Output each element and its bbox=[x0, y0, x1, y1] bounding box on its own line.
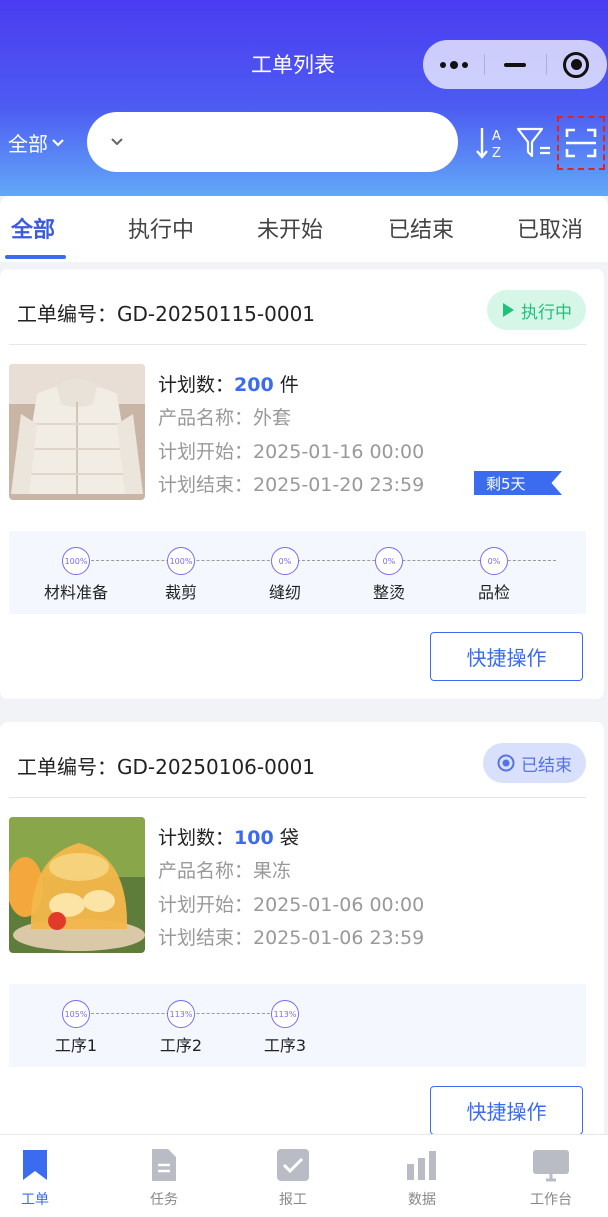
status-label: 已结束 bbox=[521, 755, 572, 776]
search-box[interactable] bbox=[87, 112, 458, 172]
quick-action-button[interactable]: 快捷操作 bbox=[430, 1086, 583, 1135]
status-label: 执行中 bbox=[521, 302, 572, 323]
step-label: 工序1 bbox=[54, 1036, 98, 1055]
order-card[interactable]: 工单编号：GD-20250106-0001 已结束 计划数：100 袋 产品名称… bbox=[0, 722, 604, 1162]
minimize-button[interactable] bbox=[484, 40, 545, 89]
target-icon bbox=[563, 51, 590, 78]
nav-label: 报工 bbox=[279, 1192, 307, 1208]
svg-text:Z: Z bbox=[492, 146, 501, 161]
step-progress: 100% bbox=[62, 547, 90, 575]
step-progress: 113% bbox=[271, 1000, 299, 1028]
tab-not-started[interactable]: 未开始 bbox=[257, 212, 323, 244]
plan-end: 计划结束：2025-01-20 23:59 bbox=[158, 474, 425, 496]
step-label: 工序2 bbox=[159, 1036, 203, 1055]
tab-all[interactable]: 全部 bbox=[11, 212, 55, 244]
order-card[interactable]: 工单编号：GD-20250115-0001 执行中 计划数：200 件 产品名称… bbox=[0, 269, 604, 699]
bookmark-icon bbox=[23, 1150, 47, 1180]
chevron-down-icon[interactable] bbox=[109, 132, 125, 152]
step-label: 整烫 bbox=[372, 583, 406, 602]
step-progress: 105% bbox=[62, 1000, 90, 1028]
step-label: 工序3 bbox=[263, 1036, 307, 1055]
plan-start: 计划开始：2025-01-06 00:00 bbox=[158, 894, 425, 916]
nav-item-data[interactable]: 数据 bbox=[372, 1135, 472, 1217]
chevron-down-icon bbox=[52, 138, 64, 147]
plan-end: 计划结束：2025-01-06 23:59 bbox=[158, 927, 425, 949]
check-icon bbox=[277, 1149, 309, 1181]
scan-highlight-box bbox=[557, 116, 605, 170]
sort-button[interactable]: A Z bbox=[471, 118, 511, 168]
play-icon bbox=[503, 303, 514, 317]
step-progress: 113% bbox=[167, 1000, 195, 1028]
nav-item-tasks[interactable]: 任务 bbox=[114, 1135, 214, 1217]
filter-button[interactable] bbox=[514, 118, 554, 168]
divider bbox=[9, 797, 586, 798]
tab-cancelled[interactable]: 已取消 bbox=[517, 212, 583, 244]
product-name: 产品名称：果冻 bbox=[158, 860, 292, 882]
process-steps: 100% 100% 0% 0% 0% 材料准备 裁剪 缝纫 整烫 品检 bbox=[9, 531, 586, 614]
step-progress: 0% bbox=[271, 547, 299, 575]
plan-quantity: 计划数：100 袋 bbox=[158, 827, 299, 849]
nav-item-report[interactable]: 报工 bbox=[243, 1135, 343, 1217]
search-input[interactable] bbox=[137, 124, 437, 160]
product-image-jacket bbox=[9, 364, 145, 500]
product-image-jelly bbox=[9, 817, 145, 953]
nav-item-workbench[interactable]: 工作台 bbox=[501, 1135, 601, 1217]
divider bbox=[9, 344, 586, 345]
order-number: 工单编号：GD-20250106-0001 bbox=[17, 755, 316, 779]
stop-circle-icon bbox=[497, 754, 515, 772]
status-badge: 已结束 bbox=[483, 743, 586, 783]
step-label: 裁剪 bbox=[164, 583, 198, 602]
nav-label: 工单 bbox=[21, 1192, 49, 1208]
minus-icon bbox=[503, 62, 526, 67]
svg-text:A: A bbox=[492, 129, 501, 144]
step-label: 材料准备 bbox=[43, 583, 109, 602]
active-tab-indicator bbox=[5, 255, 66, 259]
order-number: 工单编号：GD-20250115-0001 bbox=[17, 302, 316, 326]
more-button[interactable] bbox=[423, 40, 484, 89]
step-progress: 0% bbox=[375, 547, 403, 575]
tab-finished[interactable]: 已结束 bbox=[388, 212, 454, 244]
quick-action-button[interactable]: 快捷操作 bbox=[430, 632, 583, 681]
scope-dropdown[interactable]: 全部 bbox=[8, 128, 65, 157]
nav-label: 任务 bbox=[150, 1192, 178, 1208]
close-button[interactable] bbox=[545, 40, 607, 89]
process-steps: 105% 113% 113% 工序1 工序2 工序3 bbox=[9, 984, 586, 1067]
nav-label: 工作台 bbox=[530, 1192, 572, 1208]
remaining-days-badge: 剩5天 bbox=[474, 471, 562, 495]
filter-icon bbox=[516, 127, 550, 158]
mini-program-capsule bbox=[423, 40, 607, 89]
bottom-tab-bar: 工单 任务 报工 数据 工作台 bbox=[0, 1134, 608, 1217]
more-icon bbox=[439, 60, 468, 69]
bar-chart-icon bbox=[407, 1151, 436, 1180]
header: 工单列表 全部 A Z bbox=[0, 0, 608, 196]
plan-quantity: 计划数：200 件 bbox=[158, 374, 299, 396]
step-progress: 0% bbox=[480, 547, 508, 575]
tab-running[interactable]: 执行中 bbox=[128, 212, 194, 244]
nav-label: 数据 bbox=[408, 1192, 436, 1208]
monitor-icon bbox=[533, 1150, 569, 1182]
scope-label: 全部 bbox=[8, 132, 48, 156]
sort-az-icon: A Z bbox=[476, 128, 501, 161]
plan-start: 计划开始：2025-01-16 00:00 bbox=[158, 441, 425, 463]
nav-item-orders[interactable]: 工单 bbox=[0, 1135, 85, 1217]
step-progress: 100% bbox=[167, 547, 195, 575]
product-name: 产品名称：外套 bbox=[158, 407, 292, 429]
step-label: 品检 bbox=[477, 583, 511, 602]
document-icon bbox=[152, 1149, 176, 1181]
status-tabs: 全部 执行中 未开始 已结束 已取消 bbox=[0, 196, 608, 262]
step-label: 缝纫 bbox=[268, 583, 302, 602]
status-badge: 执行中 bbox=[487, 290, 586, 330]
